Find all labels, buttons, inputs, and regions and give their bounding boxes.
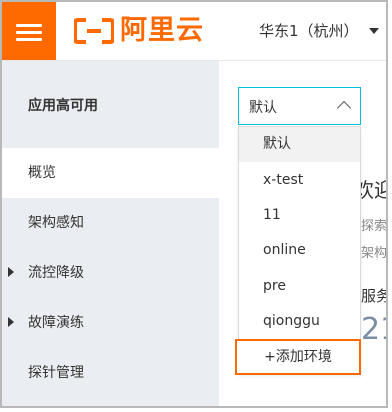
sidebar-item-label: 故障演练 [28,315,84,331]
caret-right-icon [8,267,14,277]
environment-option[interactable]: 11 [239,198,360,233]
sidebar-title: 应用高可用 [28,98,98,114]
sidebar: 应用高可用 概览 架构感知 流控降级 故障演练 探针管理 [2,61,219,406]
aliyun-logo[interactable]: 阿里云 [74,13,204,49]
menu-line [16,31,42,34]
sidebar-item-label: 探针管理 [28,365,84,381]
environment-option[interactable]: 默认 [239,127,360,162]
sidebar-item-label: 概览 [28,165,56,181]
sidebar-item-architecture[interactable]: 架构感知 [2,198,219,248]
sidebar-item-label: 流控降级 [28,265,84,281]
top-bar: 阿里云 华东1（杭州） [2,2,386,61]
aliyun-logo-icon [74,18,114,44]
environment-option[interactable]: x-test [239,163,360,198]
chevron-up-icon [336,100,352,116]
hamburger-menu-button[interactable] [2,2,56,60]
environment-option[interactable]: pre [239,269,360,304]
app-window: 阿里云 华东1（杭州） 应用高可用 概览 架构感知 流控降级 故障演练 探针管理… [0,0,388,408]
service-text-fragment: 服务 [361,287,386,305]
sidebar-item-flow-control[interactable]: 流控降级 [2,248,219,298]
environment-select-value: 默认 [249,100,277,116]
caret-down-icon [368,28,379,34]
region-selector[interactable]: 华东1（杭州） [259,19,379,43]
sidebar-item-label: 架构感知 [28,215,84,231]
logo-text: 阿里云 [120,15,204,46]
sidebar-item-overview[interactable]: 概览 [2,148,219,198]
menu-line [16,24,42,27]
environment-option[interactable]: qionggu [239,304,360,339]
add-environment-button[interactable]: +添加环境 [235,339,361,375]
menu-line [16,38,42,41]
architecture-text-fragment: 架构 [361,246,388,261]
environment-dropdown: 默认 x-test 11 online pre qionggu [238,126,361,374]
environment-select[interactable]: 默认 [238,87,361,125]
sidebar-item-fault-drill[interactable]: 故障演练 [2,298,219,348]
sidebar-item-probe-management[interactable]: 探针管理 [2,348,219,398]
number-fragment: 21 [361,312,386,347]
environment-option[interactable]: online [239,233,360,268]
caret-right-icon [8,317,14,327]
region-label: 华东1（杭州） [259,22,359,40]
explore-text-fragment: 探索 [361,219,388,234]
